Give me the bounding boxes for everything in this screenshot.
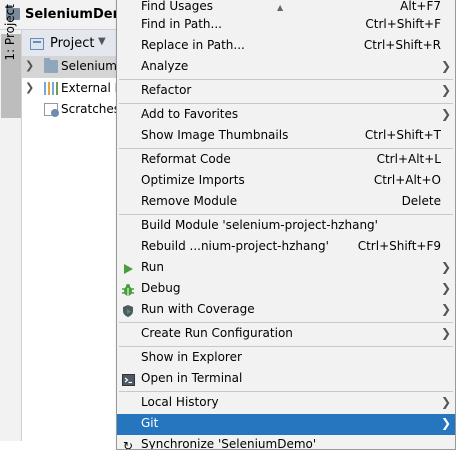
project-view-icon <box>30 38 44 50</box>
scratch-icon <box>44 103 59 117</box>
project-tool-tab-label: 1: Project <box>3 4 17 61</box>
menu-item-label: Show Image Thumbnails <box>141 128 289 142</box>
menu-item-label: Find in Path... <box>141 17 222 31</box>
menu-separator <box>119 148 453 149</box>
menu-item-debug[interactable]: Debug ❯ <box>117 279 455 300</box>
chevron-down-icon[interactable]: ▼ <box>98 36 106 47</box>
menu-item-show-in-explorer[interactable]: Show in Explorer <box>117 348 455 369</box>
menu-item-label: Optimize Imports <box>141 173 245 187</box>
run-icon <box>121 262 135 276</box>
menu-item-run[interactable]: Run ❯ <box>117 258 455 279</box>
menu-item-find-in-path[interactable]: Find in Path... Ctrl+Shift+F <box>117 15 455 36</box>
menu-item-refactor[interactable]: Refactor ❯ <box>117 81 455 102</box>
submenu-arrow-icon: ❯ <box>440 107 451 121</box>
menu-item-shortcut: Ctrl+Shift+R <box>363 38 441 52</box>
coverage-shield-icon <box>121 304 135 318</box>
menu-item-label: Rebuild ...nium-project-hzhang' <box>141 239 329 253</box>
submenu-arrow-icon: ❯ <box>440 395 451 409</box>
menu-item-run-with-coverage[interactable]: Run with Coverage ❯ <box>117 300 455 321</box>
menu-item-build-module[interactable]: Build Module 'selenium-project-hzhang' <box>117 216 455 237</box>
menu-separator <box>119 79 453 80</box>
project-view-dropdown[interactable]: Project <box>50 36 94 51</box>
menu-item-shortcut: Alt+F7 <box>400 0 441 13</box>
menu-item-shortcut: Delete <box>401 194 441 208</box>
menu-item-shortcut: Ctrl+Shift+F9 <box>357 239 441 253</box>
menu-item-rebuild[interactable]: Rebuild ...nium-project-hzhang' Ctrl+Shi… <box>117 237 455 258</box>
menu-item-label: Analyze <box>141 59 189 73</box>
menu-item-label: Git <box>141 416 159 430</box>
menu-item-show-image-thumbnails[interactable]: Show Image Thumbnails Ctrl+Shift+T <box>117 126 455 147</box>
menu-item-label: Open in Terminal <box>141 371 243 385</box>
menu-item-reformat-code[interactable]: Reformat Code Ctrl+Alt+L <box>117 150 455 171</box>
submenu-arrow-icon: ❯ <box>440 326 451 340</box>
menu-item-label: Refactor <box>141 83 192 97</box>
submenu-arrow-icon: ❯ <box>440 281 451 295</box>
menu-item-label: Reformat Code <box>141 152 231 166</box>
menu-item-remove-module[interactable]: Remove Module Delete <box>117 192 455 213</box>
folder-icon <box>44 58 58 73</box>
submenu-arrow-icon: ❯ <box>440 302 451 316</box>
menu-item-label: Find Usages <box>141 0 214 13</box>
menu-separator <box>119 214 453 215</box>
menu-item-local-history[interactable]: Local History ❯ <box>117 393 455 414</box>
menu-item-shortcut: Ctrl+Shift+F <box>365 17 441 31</box>
menu-item-label: Replace in Path... <box>141 38 245 52</box>
menu-separator <box>119 322 453 323</box>
menu-item-git[interactable]: Git ❯ <box>117 414 455 435</box>
menu-item-shortcut: Ctrl+Alt+L <box>376 152 441 166</box>
menu-item-label: Debug <box>141 281 181 295</box>
menu-item-label: Run with Coverage <box>141 302 255 316</box>
menu-item-label: Add to Favorites <box>141 107 239 121</box>
menu-item-label: Remove Module <box>141 194 238 208</box>
menu-item-shortcut: Ctrl+Shift+T <box>364 128 441 142</box>
menu-item-optimize-imports[interactable]: Optimize Imports Ctrl+Alt+O <box>117 171 455 192</box>
menu-item-synchronize[interactable]: ↻ Synchronize 'SeleniumDemo' <box>117 435 455 450</box>
menu-item-create-run-configuration[interactable]: Create Run Configuration ❯ <box>117 324 455 345</box>
submenu-arrow-icon: ❯ <box>440 59 451 73</box>
menu-item-label: Local History <box>141 395 219 409</box>
terminal-icon <box>121 373 135 387</box>
menu-item-label: Synchronize 'SeleniumDemo' <box>141 437 317 450</box>
debug-bug-icon <box>121 283 135 297</box>
menu-separator <box>119 391 453 392</box>
submenu-arrow-icon: ❯ <box>440 260 451 274</box>
submenu-arrow-icon: ❯ <box>440 83 451 97</box>
menu-item-open-in-terminal[interactable]: Open in Terminal <box>117 369 455 390</box>
menu-item-replace-in-path[interactable]: Replace in Path... Ctrl+Shift+R <box>117 36 455 57</box>
menu-item-label: Build Module 'selenium-project-hzhang' <box>141 218 378 232</box>
chevron-right-icon[interactable]: ❯ <box>25 81 34 94</box>
menu-item-analyze[interactable]: Analyze ❯ <box>117 57 455 78</box>
menu-item-shortcut: Ctrl+Alt+O <box>373 173 441 187</box>
menu-item-label: Show in Explorer <box>141 350 242 364</box>
context-menu: ▲ Find Usages Alt+F7 Find in Path... Ctr… <box>116 0 456 450</box>
menu-item-add-to-favorites[interactable]: Add to Favorites ❯ <box>117 105 455 126</box>
submenu-arrow-icon: ❯ <box>440 416 451 430</box>
library-icon <box>44 82 58 95</box>
menu-separator <box>119 346 453 347</box>
chevron-right-icon[interactable]: ❯ <box>25 59 34 72</box>
menu-item-label: Run <box>141 260 165 274</box>
menu-item-label: Create Run Configuration <box>141 326 293 340</box>
menu-separator <box>119 103 453 104</box>
